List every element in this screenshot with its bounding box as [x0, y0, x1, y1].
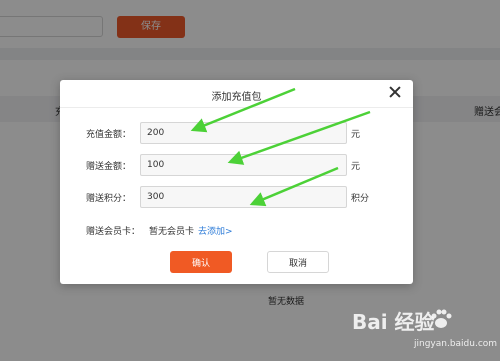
- paw-icon: [431, 309, 452, 328]
- watermark-brand: Bai 经验: [352, 310, 435, 334]
- recharge-amount-input[interactable]: [140, 122, 347, 144]
- bonus-amount-label: 赠送金额：: [86, 162, 132, 172]
- no-member-card-text: 暂无会员卡: [149, 227, 195, 237]
- watermark-url: jingyan.baidu.com: [414, 339, 498, 349]
- dialog-divider: [60, 107, 413, 108]
- bonus-points-unit: 积分: [351, 194, 370, 204]
- confirm-button[interactable]: 确认: [170, 251, 232, 273]
- bonus-points-label: 赠送积分：: [86, 194, 132, 204]
- recharge-amount-label: 充值金额：: [86, 130, 132, 140]
- recharge-amount-unit: 元: [351, 130, 361, 140]
- bonus-points-input[interactable]: [140, 186, 347, 208]
- close-icon[interactable]: [388, 85, 402, 99]
- dialog-title: 添加充值包: [211, 92, 262, 103]
- add-recharge-package-dialog: 添加充值包 充值金额： 元 赠送金额： 元 赠送积分： 积分 赠送会员卡： 暂无…: [60, 80, 413, 284]
- bonus-amount-input[interactable]: [140, 154, 347, 176]
- add-member-card-link[interactable]: 去添加>: [198, 224, 233, 237]
- baidu-jingyan-watermark: Bai 经验 jingyan.baidu.com: [352, 306, 497, 358]
- member-card-label: 赠送会员卡：: [86, 227, 141, 237]
- cancel-button[interactable]: 取消: [267, 251, 329, 273]
- bonus-amount-unit: 元: [351, 162, 361, 172]
